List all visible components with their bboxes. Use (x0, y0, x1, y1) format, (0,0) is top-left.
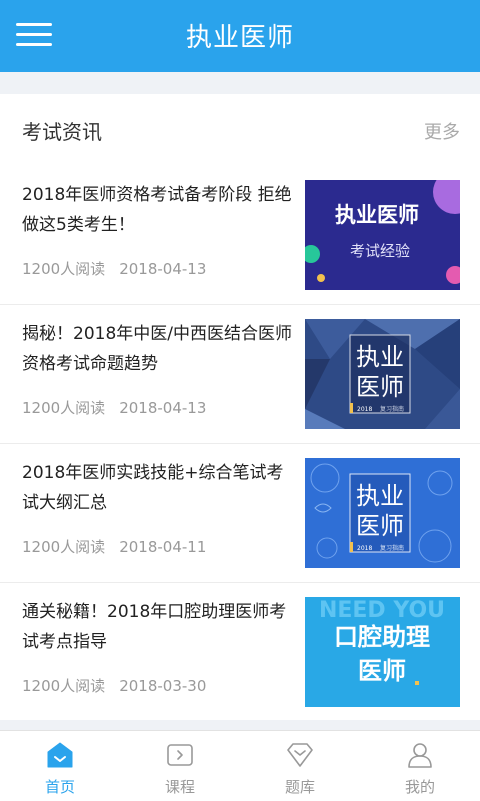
news-item[interactable]: 2018年医师实践技能+综合笔试考试大纲汇总 1200人阅读 2018-04-11… (0, 444, 480, 583)
news-thumbnail: 执业医师 考试经验 (305, 180, 460, 290)
tab-home[interactable]: 首页 (0, 731, 120, 801)
read-count: 1200人阅读 (22, 677, 106, 695)
news-item[interactable]: 通关秘籍！2018年口腔助理医师考试考点指导 1200人阅读 2018-03-30… (0, 583, 480, 721)
read-count: 1200人阅读 (22, 260, 106, 278)
home-icon (47, 742, 73, 768)
bottom-tab-bar: 首页 课程 题库 我的 (0, 730, 480, 801)
thumb-title: 口腔助理 (334, 623, 430, 651)
thumb-tagline: 复习指南 (380, 405, 404, 413)
question-bank-icon (287, 743, 313, 767)
thumb-year: 2018 (357, 545, 372, 552)
thumb-tagline: 复习指南 (380, 544, 404, 552)
page-title: 执业医师 (185, 23, 294, 53)
thumb-subtitle: 考试经验 (350, 242, 410, 260)
thumb-year: 2018 (357, 406, 372, 413)
course-icon (167, 744, 193, 766)
thumb-subtitle: 医师 (356, 373, 404, 401)
exam-news-card: 考试资讯 更多 2018年医师资格考试备考阶段 拒绝做这5类考生！ 1200人阅… (0, 94, 480, 720)
tab-home-label: 首页 (44, 778, 75, 796)
news-meta: 1200人阅读 2018-04-11 (22, 536, 206, 557)
thumb-title: 执业 (356, 343, 404, 371)
news-title: 揭秘！2018年中医/中西医结合医师资格考试命题趋势 (22, 324, 292, 374)
news-thumbnail: 执业 医师 2018 复习指南 (305, 458, 460, 568)
news-item[interactable]: 揭秘！2018年中医/中西医结合医师资格考试命题趋势 1200人阅读 2018-0… (0, 305, 480, 444)
news-title: 2018年医师实践技能+综合笔试考试大纲汇总 (22, 463, 284, 513)
tab-course-label: 课程 (164, 778, 195, 796)
news-title: 通关秘籍！2018年口腔助理医师考试考点指导 (22, 602, 287, 652)
news-meta: 1200人阅读 2018-04-13 (22, 397, 206, 418)
tab-profile[interactable]: 我的 (360, 731, 480, 801)
tab-question-bank-label: 题库 (284, 778, 315, 796)
thumb-background-text: NEED YOU (319, 598, 445, 623)
thumb-title: 执业 (356, 482, 404, 510)
section-title: 考试资讯 (22, 120, 102, 144)
read-count: 1200人阅读 (22, 538, 106, 556)
tab-course[interactable]: 课程 (120, 731, 240, 801)
news-item[interactable]: 2018年医师资格考试备考阶段 拒绝做这5类考生！ 1200人阅读 2018-04… (0, 166, 480, 305)
thumb-title: 执业医师 (335, 203, 419, 227)
tab-question-bank[interactable]: 题库 (240, 731, 360, 801)
publish-date: 2018-04-13 (119, 399, 207, 417)
publish-date: 2018-04-11 (119, 538, 207, 556)
more-link[interactable]: 更多 (424, 118, 460, 144)
news-title: 2018年医师资格考试备考阶段 拒绝做这5类考生！ (22, 185, 292, 235)
news-meta: 1200人阅读 2018-04-13 (22, 258, 206, 279)
news-thumbnail: NEED YOU 口腔助理 医师 (305, 597, 460, 707)
news-thumbnail: 执业 医师 2018 复习指南 (305, 319, 460, 429)
publish-date: 2018-04-13 (119, 260, 207, 278)
profile-icon (408, 743, 432, 768)
read-count: 1200人阅读 (22, 399, 106, 417)
news-meta: 1200人阅读 2018-03-30 (22, 675, 206, 696)
tab-profile-label: 我的 (404, 778, 435, 796)
section-header: 考试资讯 更多 (0, 94, 480, 166)
thumb-subtitle: 医师 (356, 512, 404, 540)
thumb-subtitle: 医师 (358, 657, 406, 685)
publish-date: 2018-03-30 (119, 677, 207, 695)
top-app-bar: 执业医师 (0, 0, 480, 72)
